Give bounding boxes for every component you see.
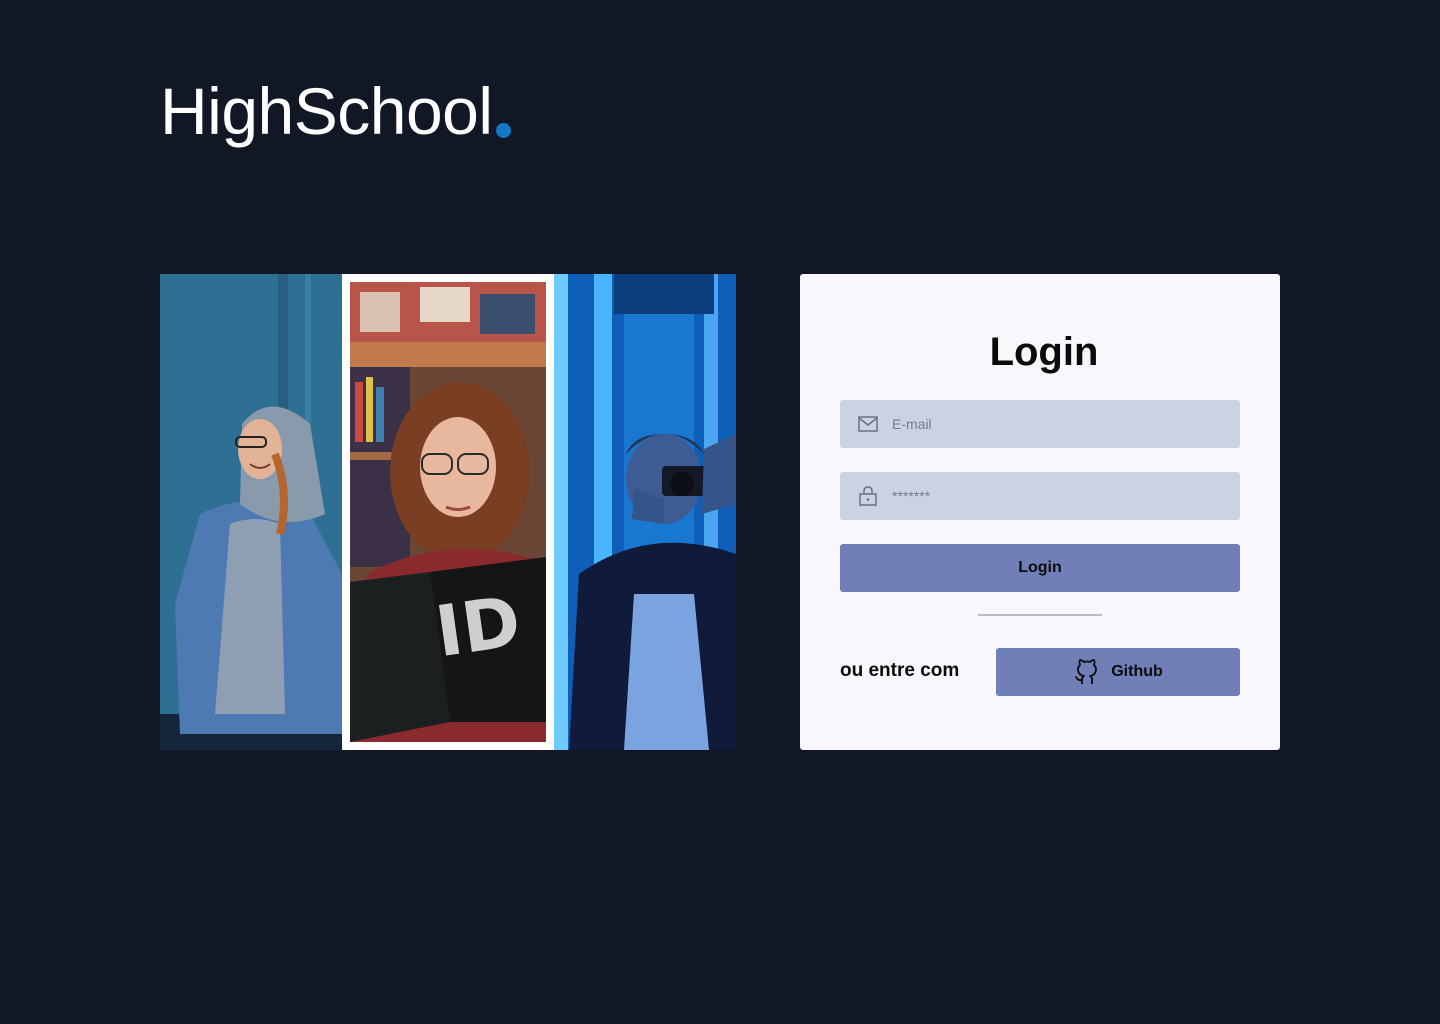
github-button[interactable]: Github — [996, 648, 1240, 696]
email-input[interactable] — [892, 400, 1240, 448]
alt-login-label: ou entre com — [840, 660, 960, 681]
password-field[interactable] — [840, 472, 1240, 520]
github-label: Github — [1111, 663, 1163, 680]
photo-camera-student — [554, 274, 736, 750]
login-card: Login Login ou entre com — [800, 274, 1280, 750]
photo-reading-student: ID — [350, 282, 546, 742]
svg-text:ID: ID — [431, 580, 526, 673]
login-title: Login — [989, 330, 1099, 374]
divider — [978, 614, 1102, 616]
photo-hooded-student — [160, 274, 342, 750]
brand-name: HighSchool — [160, 74, 493, 148]
hero-photo-collage: ID — [160, 274, 736, 750]
lock-icon — [857, 485, 879, 507]
github-icon — [1073, 658, 1101, 686]
mail-icon — [857, 413, 879, 435]
brand-logo[interactable]: HighSchool — [160, 78, 511, 144]
email-field[interactable] — [840, 400, 1240, 448]
brand-dot — [495, 123, 511, 138]
password-input[interactable] — [892, 472, 1240, 520]
login-page: HighSchool ID Login E-mail Login ou entr… — [0, 0, 1440, 1024]
login-button[interactable]: Login — [840, 544, 1240, 592]
